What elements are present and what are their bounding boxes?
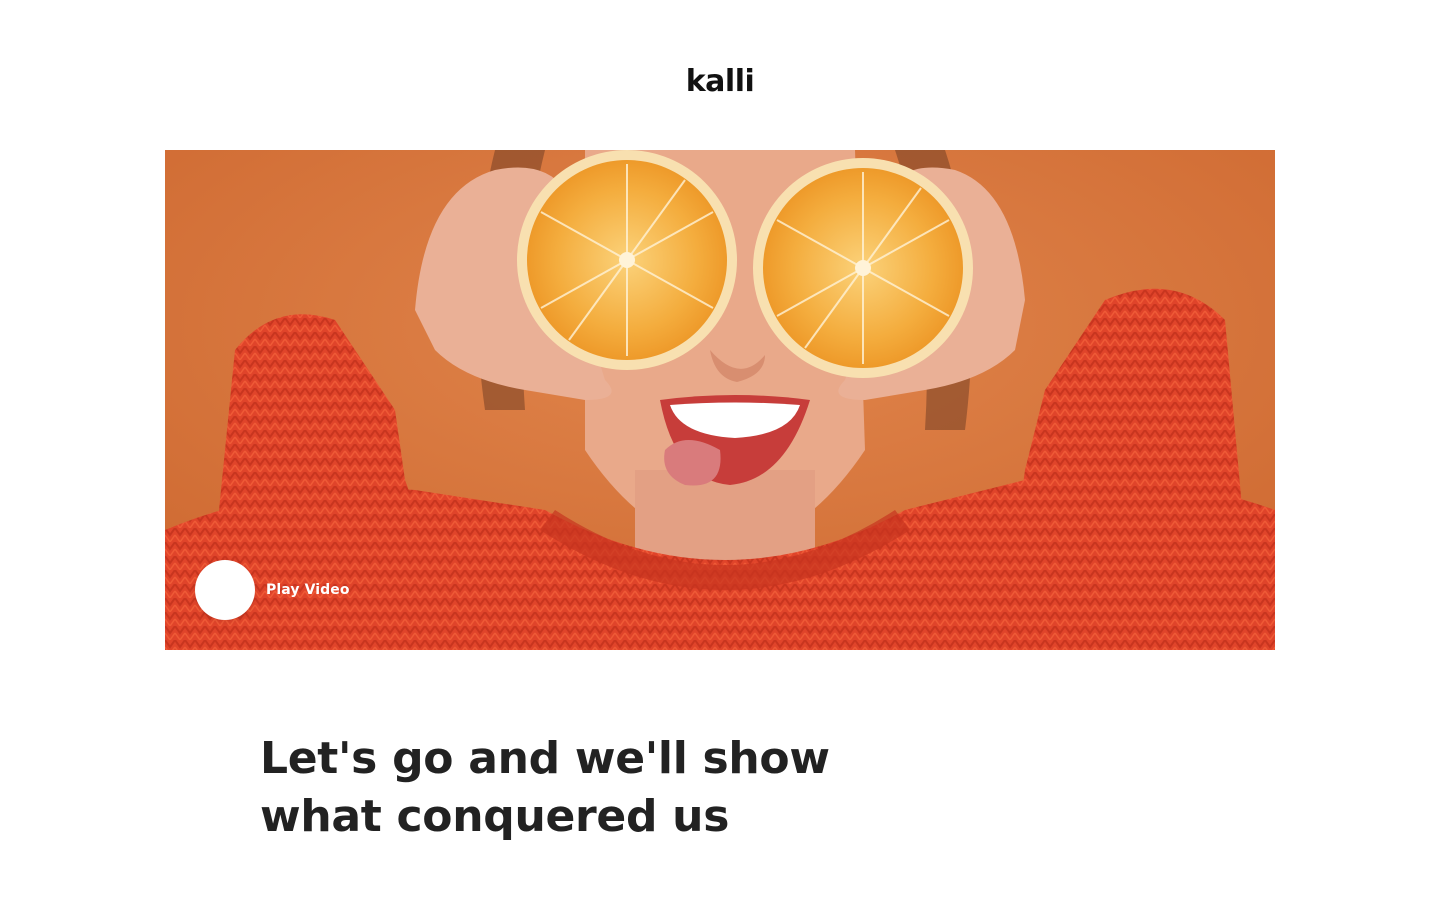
play-video-button[interactable]: Play Video <box>195 560 350 620</box>
page-headline: Let's go and we'll show what conquered u… <box>260 730 900 846</box>
play-icon[interactable] <box>195 560 255 620</box>
headline-line-2: what conquered us <box>260 791 730 842</box>
play-video-label[interactable]: Play Video <box>266 582 350 598</box>
headline-line-1: Let's go and we'll show <box>260 733 830 784</box>
site-logo[interactable]: kalli <box>0 62 1440 102</box>
hero-video[interactable]: Play Video <box>165 150 1275 650</box>
page: kalli Play Video Let's go and we'll show… <box>0 0 1440 900</box>
